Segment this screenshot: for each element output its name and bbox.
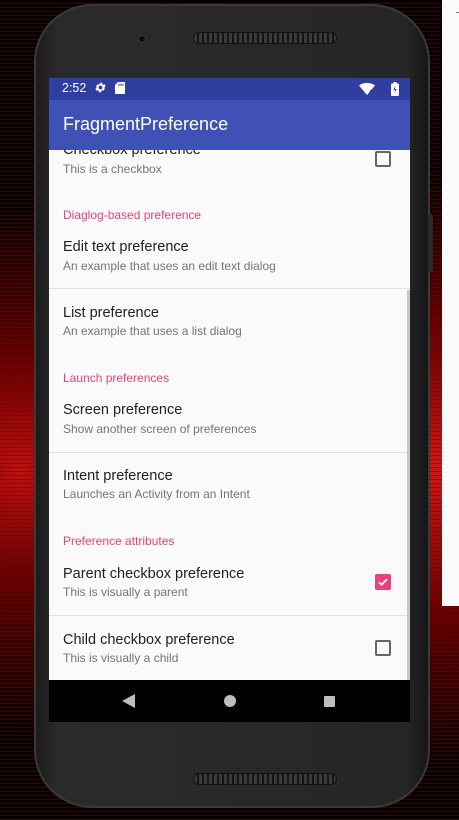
- gear-icon: [94, 81, 107, 97]
- pref-title: Parent checkbox preference: [63, 566, 245, 582]
- top-speaker: [193, 32, 337, 44]
- sd-card-icon: [115, 82, 125, 97]
- recents-icon[interactable]: [324, 696, 335, 707]
- navigation-bar: [49, 680, 410, 722]
- side-button: [428, 214, 433, 272]
- checkbox-preference[interactable]: Checkbox preference This is a checkbox: [49, 150, 410, 186]
- pref-summary: This is a checkbox: [63, 162, 162, 176]
- pref-title: Child checkbox preference: [63, 632, 235, 648]
- app-bar: FragmentPreference: [49, 100, 410, 150]
- device-screen: 2:52 FragmentPreference Checkbox prefere…: [49, 78, 410, 722]
- parent-checkbox-preference[interactable]: Parent checkbox preference This is visua…: [49, 556, 410, 614]
- scrollbar[interactable]: [407, 290, 410, 680]
- category-attributes-header: Preference attributes: [63, 534, 175, 548]
- category-launch-header: Launch preferences: [63, 371, 170, 385]
- pref-summary: An example that uses a list dialog: [63, 324, 242, 338]
- screen-preference[interactable]: Screen preference Show another screen of…: [49, 394, 410, 452]
- pref-title: Checkbox preference: [63, 150, 201, 158]
- checkbox[interactable]: [375, 151, 391, 167]
- checkmark-icon: [378, 578, 388, 587]
- pref-summary: Show another screen of preferences: [63, 422, 257, 436]
- intent-preference[interactable]: Intent preference Launches an Activity f…: [49, 453, 410, 517]
- pref-summary: This is visually a child: [63, 651, 179, 665]
- pref-title: Screen preference: [63, 402, 183, 418]
- pref-title: Intent preference: [63, 468, 173, 484]
- list-preference[interactable]: List preference An example that uses a l…: [49, 289, 410, 353]
- battery-icon: [391, 82, 399, 99]
- bottom-speaker: [193, 773, 337, 785]
- status-time: 2:52: [62, 81, 87, 95]
- checkbox-checked[interactable]: [375, 574, 391, 590]
- child-checkbox-preference[interactable]: Child checkbox preference This is visual…: [49, 616, 410, 680]
- pref-summary: This is visually a parent: [63, 585, 188, 599]
- preference-list[interactable]: Checkbox preference This is a checkbox D…: [49, 150, 410, 680]
- pref-title: Edit text preference: [63, 239, 189, 255]
- category-dialog-header: Diaglog-based preference: [63, 208, 202, 222]
- front-camera: [138, 35, 146, 43]
- pref-summary: Launches an Activity from an Intent: [63, 487, 250, 501]
- pref-summary: An example that uses an edit text dialog: [63, 259, 276, 273]
- back-icon[interactable]: [122, 694, 135, 713]
- wifi-icon: [359, 83, 375, 98]
- app-title: FragmentPreference: [63, 114, 229, 134]
- checkbox[interactable]: [375, 640, 391, 656]
- background-window: [442, 0, 459, 606]
- status-bar: 2:52: [49, 78, 410, 100]
- home-icon[interactable]: [224, 695, 236, 707]
- edit-text-preference[interactable]: Edit text preference An example that use…: [49, 230, 410, 288]
- pref-title: List preference: [63, 305, 159, 321]
